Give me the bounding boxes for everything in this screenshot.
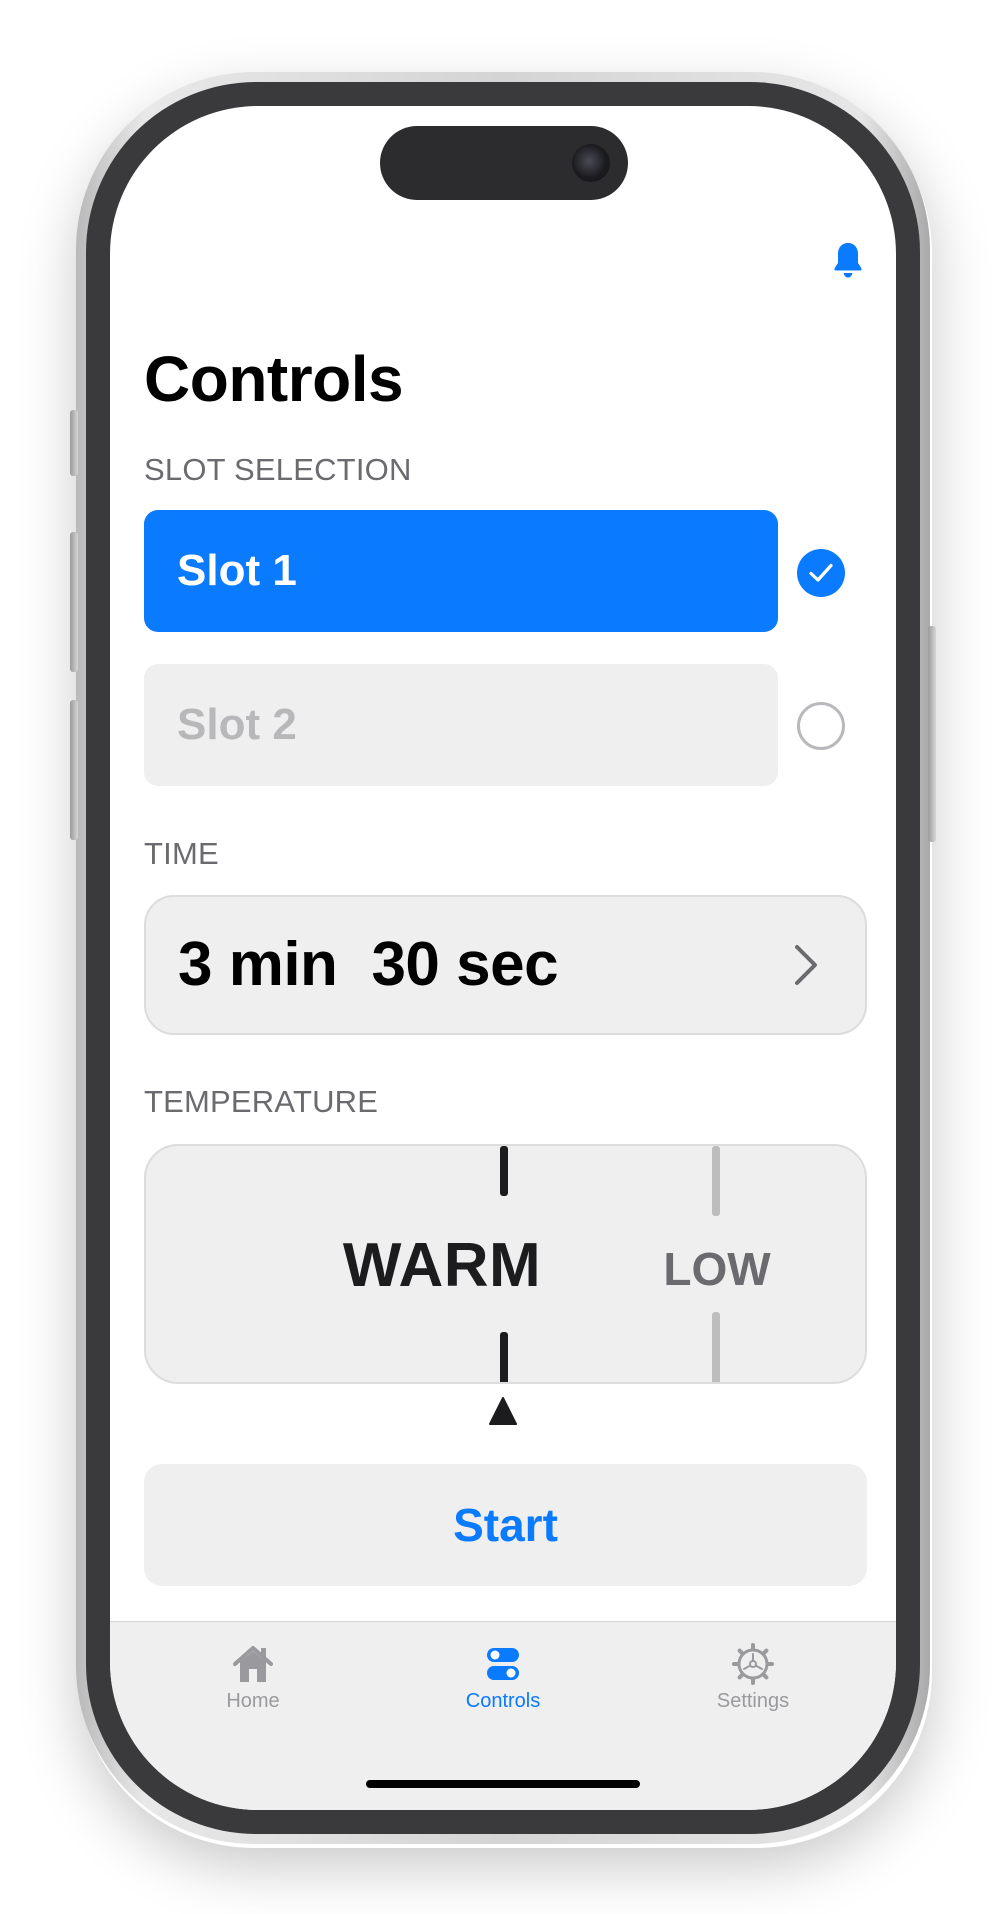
slot-1-button[interactable]: Slot 1: [144, 510, 778, 632]
page-title: Controls: [144, 343, 404, 415]
tab-controls-label: Controls: [465, 1690, 541, 1712]
slot-2-button[interactable]: Slot 2: [144, 664, 778, 786]
front-camera: [572, 144, 610, 182]
tab-controls[interactable]: Controls: [423, 1642, 583, 1732]
gear-icon: [732, 1643, 774, 1685]
triangle-up-icon: [489, 1397, 517, 1425]
slot-2-radio[interactable]: [797, 702, 845, 750]
tab-settings-label: Settings: [716, 1690, 790, 1712]
checkmark-icon: [809, 563, 833, 582]
chevron-right-icon: [795, 945, 817, 985]
start-button[interactable]: Start: [144, 1464, 867, 1586]
dial-tick-top-right: [712, 1146, 720, 1216]
home-indicator[interactable]: [366, 1780, 640, 1788]
volume-up-button: [70, 532, 78, 672]
tab-home-label: Home: [226, 1690, 280, 1712]
time-value: 3 min 30 sec: [178, 929, 559, 1000]
device-mockup: Controls SLOT SELECTION Slot 1 Slot 2 TI…: [0, 0, 1004, 1914]
dial-tick-top-center: [500, 1146, 508, 1196]
time-seconds: 30 sec: [371, 930, 559, 999]
volume-down-button: [70, 700, 78, 840]
slot-2-label: Slot 2: [177, 700, 297, 749]
time-picker-field[interactable]: 3 min 30 sec: [144, 895, 867, 1035]
time-label: TIME: [144, 836, 219, 871]
bell-icon[interactable]: [832, 240, 864, 280]
toggles-icon: [487, 1648, 519, 1680]
temperature-label: TEMPERATURE: [144, 1084, 379, 1119]
slot-1-radio[interactable]: [797, 549, 845, 597]
dynamic-island: [380, 126, 628, 200]
house-icon: [233, 1646, 273, 1682]
slot-selection-label: SLOT SELECTION: [144, 452, 412, 487]
dial-tick-bottom-center: [500, 1332, 508, 1382]
action-button: [70, 410, 78, 476]
tab-home[interactable]: Home: [173, 1642, 333, 1732]
temperature-option-next: LOW: [663, 1243, 771, 1295]
temperature-dial[interactable]: WARM LOW: [144, 1144, 867, 1384]
tab-settings[interactable]: Settings: [673, 1642, 833, 1732]
time-minutes: 3 min: [178, 930, 338, 999]
dial-tick-bottom-right: [712, 1312, 720, 1382]
slot-1-label: Slot 1: [177, 546, 297, 595]
temperature-option-selected: WARM: [342, 1231, 542, 1300]
power-button: [928, 626, 936, 842]
app-screen: Controls SLOT SELECTION Slot 1 Slot 2 TI…: [110, 106, 896, 1810]
